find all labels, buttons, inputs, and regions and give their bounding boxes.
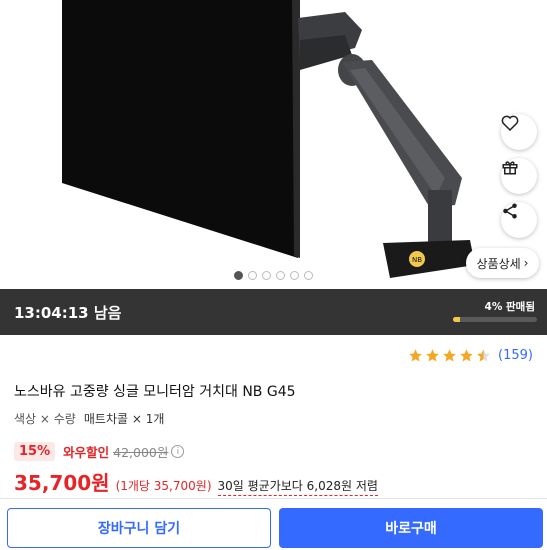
sale-price: 35,700원 — [14, 471, 110, 495]
carousel-dot[interactable] — [248, 271, 257, 280]
carousel-dot[interactable] — [276, 271, 285, 280]
monitor-arm-image: NB — [62, 0, 475, 278]
wow-discount-label: 와우할인 — [63, 445, 110, 460]
buy-now-button[interactable]: 바로구매 — [279, 508, 543, 548]
carousel-dot[interactable] — [290, 271, 299, 280]
carousel-dot[interactable] — [304, 271, 313, 280]
original-price: 42,000원 — [113, 445, 169, 460]
time-remaining: 13:04:13 남음 — [14, 304, 122, 322]
carousel-dot[interactable] — [234, 271, 243, 280]
unit-price: (1개당 35,700원) — [115, 479, 212, 493]
info-icon[interactable]: i — [171, 445, 185, 458]
svg-text:NB: NB — [412, 256, 422, 264]
gift-button[interactable] — [501, 158, 537, 194]
product-page: NB 상품상세 › 13:04:13 남음 4% 판매됨 (159) 노스바유 … — [0, 0, 547, 550]
deal-timer-bar: 13:04:13 남음 4% 판매됨 — [0, 289, 547, 335]
carousel-indicator — [234, 271, 313, 280]
average-price-note: 30일 평균가보다 6,028원 저렴 — [217, 477, 378, 496]
gift-icon — [502, 161, 518, 175]
add-to-cart-button[interactable]: 장바구니 담기 — [7, 508, 271, 548]
star-full-icon — [426, 349, 439, 362]
sold-progress-bar — [453, 317, 537, 322]
star-half-icon — [477, 349, 490, 362]
option-value: 매트차콜 × 1개 — [83, 412, 165, 426]
price-row: 35,700원 (1개당 35,700원) 30일 평균가보다 6,028원 저… — [14, 467, 378, 496]
product-title: 노스바유 고중량 싱글 모니터암 거치대 NB G45 — [14, 384, 296, 400]
wishlist-button[interactable] — [501, 114, 537, 150]
selected-option[interactable]: 색상 × 수량 매트차콜 × 1개 — [14, 410, 164, 427]
heart-icon — [501, 115, 519, 131]
star-full-icon — [443, 349, 456, 362]
sold-progress-fill — [453, 317, 461, 322]
sold-percentage: 4% 판매됨 — [484, 301, 535, 313]
share-icon — [503, 203, 517, 219]
product-detail-button[interactable]: 상품상세 › — [466, 248, 539, 278]
purchase-action-bar: 장바구니 담기 바로구매 — [0, 498, 547, 550]
star-full-icon — [409, 349, 422, 362]
discount-badge: 15% — [14, 442, 56, 461]
rating[interactable]: (159) — [408, 348, 533, 363]
chevron-right-icon: › — [523, 256, 529, 270]
discount-row: 15% 와우할인 42,000원 i — [14, 442, 185, 461]
product-detail-label: 상품상세 — [476, 256, 521, 271]
review-count[interactable]: (159) — [498, 348, 533, 363]
star-full-icon — [460, 349, 473, 362]
product-image-carousel[interactable]: NB 상품상세 › — [0, 0, 547, 289]
carousel-dot[interactable] — [262, 271, 271, 280]
share-button[interactable] — [501, 202, 537, 238]
option-label: 색상 × 수량 — [14, 412, 76, 426]
